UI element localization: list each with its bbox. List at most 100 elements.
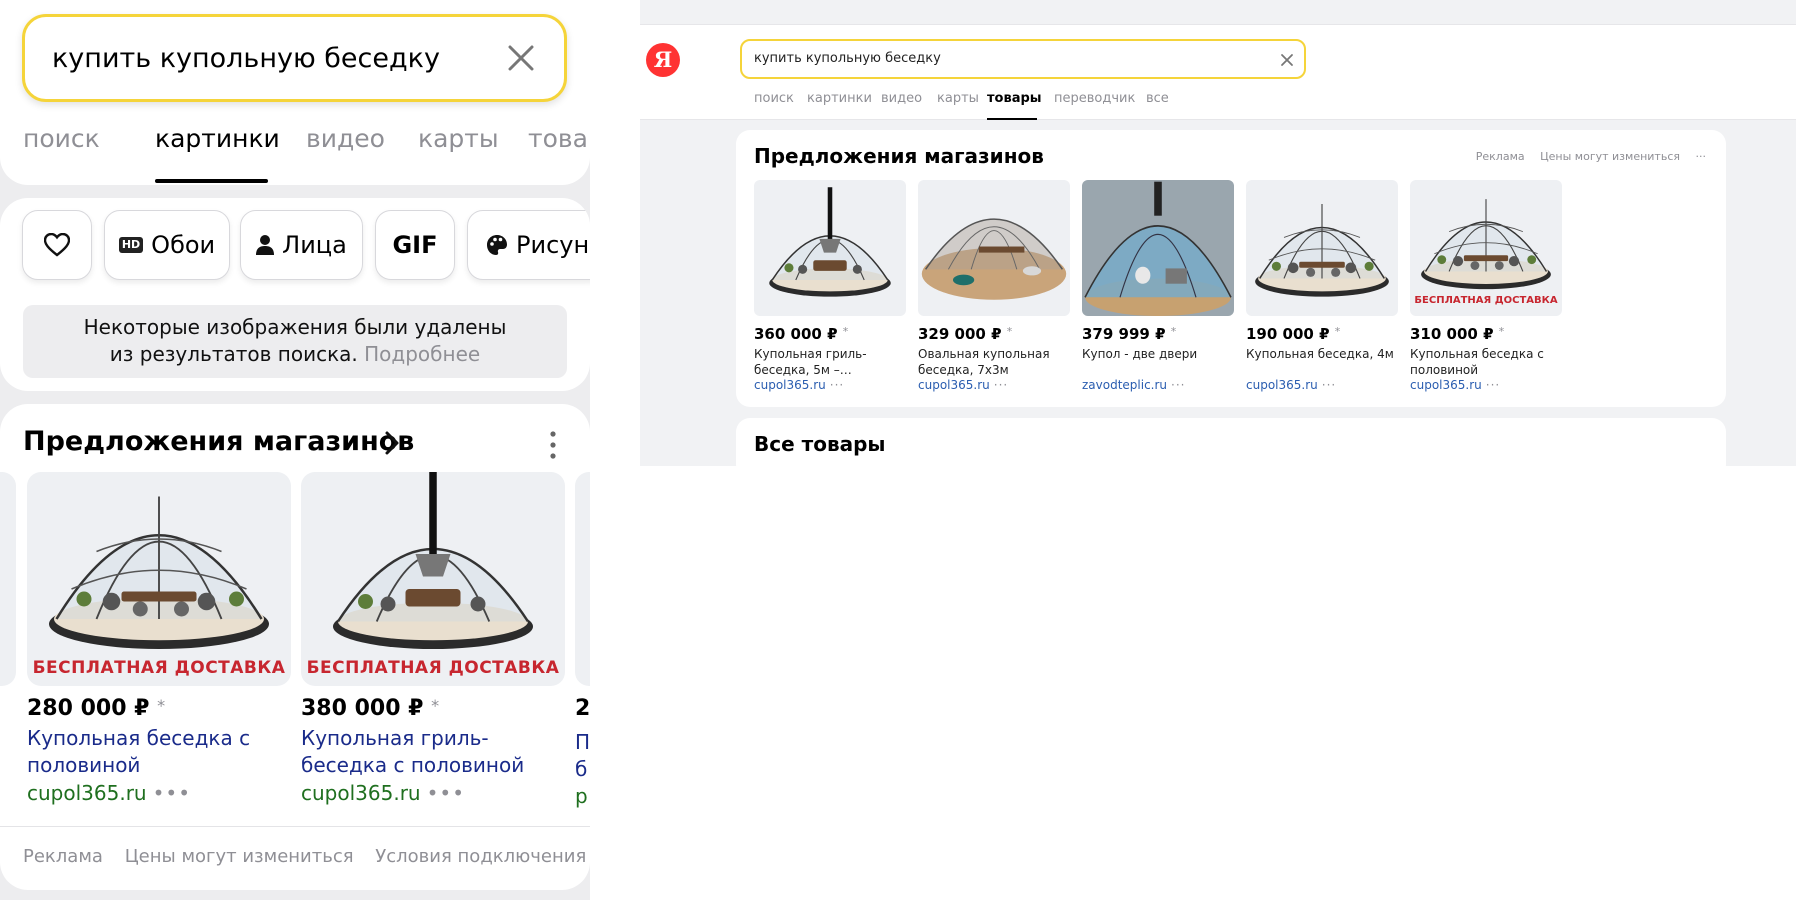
desktop-offer-card[interactable]: 360 000 ₽ * Купольная гриль-беседка, 5м …	[754, 180, 906, 392]
more-icon[interactable]: •••	[427, 781, 465, 805]
tab-translator[interactable]: переводчик	[1054, 91, 1135, 106]
domain-link[interactable]: cupol365.ru	[27, 781, 147, 805]
product-title[interactable]: Купол - две двери	[1082, 346, 1234, 378]
price: 360 000 ₽ *	[754, 325, 906, 343]
domain-link[interactable]: cupol365.ru	[1410, 378, 1482, 392]
price: 190 000 ₽ *	[1246, 325, 1398, 343]
product-title[interactable]: Купольная гриль-беседка, 5м –…	[754, 346, 906, 378]
notice-line-1: Некоторые изображения были удалены	[83, 315, 507, 339]
price-value: 280 000 ₽	[27, 696, 150, 721]
chip-wallpapers[interactable]: HD Обои	[104, 210, 230, 280]
dome-image	[27, 472, 291, 664]
domain-link[interactable]: cupol365.ru	[918, 378, 990, 392]
close-icon[interactable]	[506, 43, 536, 73]
product-image[interactable]: БЕСПЛАТНАЯ ДОСТАВКА	[27, 472, 291, 686]
product-image[interactable]	[1082, 180, 1234, 316]
offers-title: Предложения магазинов	[754, 144, 1044, 168]
price-value: 360 000 ₽	[754, 325, 838, 343]
chip-favorites[interactable]	[22, 210, 92, 280]
more-icon[interactable]: ···	[830, 378, 844, 392]
domain-link[interactable]: zavodteplic.ru	[1082, 378, 1167, 392]
mobile-search-input[interactable]: купить купольную беседку	[52, 43, 440, 74]
tab-images[interactable]: картинки	[155, 124, 280, 153]
desktop-offer-card[interactable]: 329 000 ₽ * Овальная купольная беседка, …	[918, 180, 1070, 392]
desktop-search-input[interactable]: купить купольную беседку	[754, 51, 941, 66]
chip-label: Лица	[282, 231, 347, 259]
product-title[interactable]: Овальная купольная беседка, 7х3м	[918, 346, 1070, 378]
palette-icon	[487, 235, 507, 255]
shop-domain: cupol365.ru ···	[1410, 378, 1562, 392]
price-asterisk: *	[1498, 325, 1505, 338]
more-icon[interactable]: •••	[153, 781, 191, 805]
free-shipping-label: БЕСПЛАТНАЯ ДОСТАВКА	[306, 658, 560, 678]
product-image[interactable]	[754, 180, 906, 316]
previous-card-edge[interactable]	[0, 472, 16, 686]
close-icon[interactable]	[1280, 53, 1294, 67]
free-shipping-label: БЕСПЛАТНАЯ ДОСТАВКА	[32, 658, 286, 678]
domain-link[interactable]: cupol365.ru	[754, 378, 826, 392]
dome-image	[754, 180, 906, 310]
mobile-search-bar[interactable]: купить купольную беседку	[22, 14, 567, 102]
desktop-search-bar[interactable]: купить купольную беседку	[740, 39, 1306, 79]
tab-video[interactable]: видео	[306, 124, 385, 153]
product-image[interactable]: БЕСПЛАТНАЯ ДОСТАВКА	[301, 472, 565, 686]
prices-may-change-label: Цены могут измениться	[1540, 150, 1680, 163]
ad-label: Реклама	[1475, 150, 1525, 163]
domain-link[interactable]: cupol365.ru	[1246, 378, 1318, 392]
price-asterisk: *	[1334, 325, 1341, 338]
chip-gif[interactable]: GIF	[375, 210, 455, 280]
next-card-edge[interactable]	[575, 472, 590, 686]
connection-terms-link[interactable]: Условия подключения	[375, 846, 586, 867]
dome-image	[918, 180, 1070, 310]
offers-title[interactable]: Предложения магазинов	[23, 426, 414, 457]
desktop-offer-card[interactable]: 379 999 ₽ * Купол - две двери zavodtepli…	[1082, 180, 1234, 392]
product-image[interactable]	[1246, 180, 1398, 316]
tab-video[interactable]: видео	[881, 91, 922, 106]
product-title[interactable]: Купольная гриль-беседка с половиной откр…	[301, 725, 565, 779]
tab-maps[interactable]: карты	[937, 91, 979, 106]
mobile-offer-card[interactable]: БЕСПЛАТНАЯ ДОСТАВКА 280 000 ₽ * Купольна…	[27, 472, 291, 805]
tab-maps[interactable]: карты	[418, 124, 499, 153]
product-image[interactable]	[918, 180, 1070, 316]
product-title[interactable]: Купольная беседка, 4м	[1246, 346, 1398, 378]
chip-label: GIF	[392, 231, 438, 259]
next-card-title-stub: П	[575, 730, 590, 754]
chevron-right-icon[interactable]	[384, 430, 400, 456]
person-icon	[256, 235, 275, 255]
mobile-offer-card[interactable]: БЕСПЛАТНАЯ ДОСТАВКА 380 000 ₽ * Купольна…	[301, 472, 565, 805]
tab-search[interactable]: поиск	[23, 124, 100, 153]
price-value: 329 000 ₽	[918, 325, 1002, 343]
dome-image	[301, 472, 565, 664]
price-value: 380 000 ₽	[301, 696, 424, 721]
more-icon[interactable]: ···	[994, 378, 1008, 392]
product-title[interactable]: Купольная беседка с половиной открывания…	[1410, 346, 1562, 378]
tab-search[interactable]: поиск	[754, 91, 794, 106]
offers-meta: Реклама Цены могут измениться ···	[1464, 150, 1706, 163]
desktop-offer-card[interactable]: 190 000 ₽ * Купольная беседка, 4м cupol3…	[1246, 180, 1398, 392]
domain-link[interactable]: cupol365.ru	[301, 781, 421, 805]
tab-images[interactable]: картинки	[807, 91, 872, 106]
chip-faces[interactable]: Лица	[240, 210, 363, 280]
chip-drawings[interactable]: Рисунк	[467, 210, 590, 280]
product-image[interactable]: БЕСПЛАТНАЯ ДОСТАВКА	[1410, 180, 1562, 316]
more-icon[interactable]: ···	[1696, 150, 1707, 163]
yandex-logo[interactable]: Я	[646, 43, 680, 77]
all-goods-title: Все товары	[754, 432, 886, 456]
price: 310 000 ₽ *	[1410, 325, 1562, 343]
mobile-panel: купить купольную беседку поиск картинки …	[0, 0, 590, 900]
free-shipping-label: БЕСПЛАТНАЯ ДОСТАВКА	[1414, 295, 1558, 306]
tab-all[interactable]: все	[1146, 91, 1169, 106]
more-icon[interactable]: ···	[1486, 378, 1500, 392]
tab-goods[interactable]: товары	[528, 124, 590, 153]
product-title[interactable]: Купольная беседка с половиной открывания…	[27, 725, 291, 779]
desktop-offer-card[interactable]: БЕСПЛАТНАЯ ДОСТАВКА 310 000 ₽ * Купольна…	[1410, 180, 1562, 392]
more-icon[interactable]: ···	[1322, 378, 1336, 392]
price: 329 000 ₽ *	[918, 325, 1070, 343]
more-vertical-icon[interactable]	[548, 430, 558, 460]
price: 379 999 ₽ *	[1082, 325, 1234, 343]
tab-goods[interactable]: товары	[987, 91, 1042, 106]
shop-domain: cupol365.ru •••	[301, 781, 565, 805]
ad-label: Реклама	[23, 846, 103, 867]
notice-more-link[interactable]: Подробнее	[364, 342, 480, 366]
more-icon[interactable]: ···	[1171, 378, 1185, 392]
